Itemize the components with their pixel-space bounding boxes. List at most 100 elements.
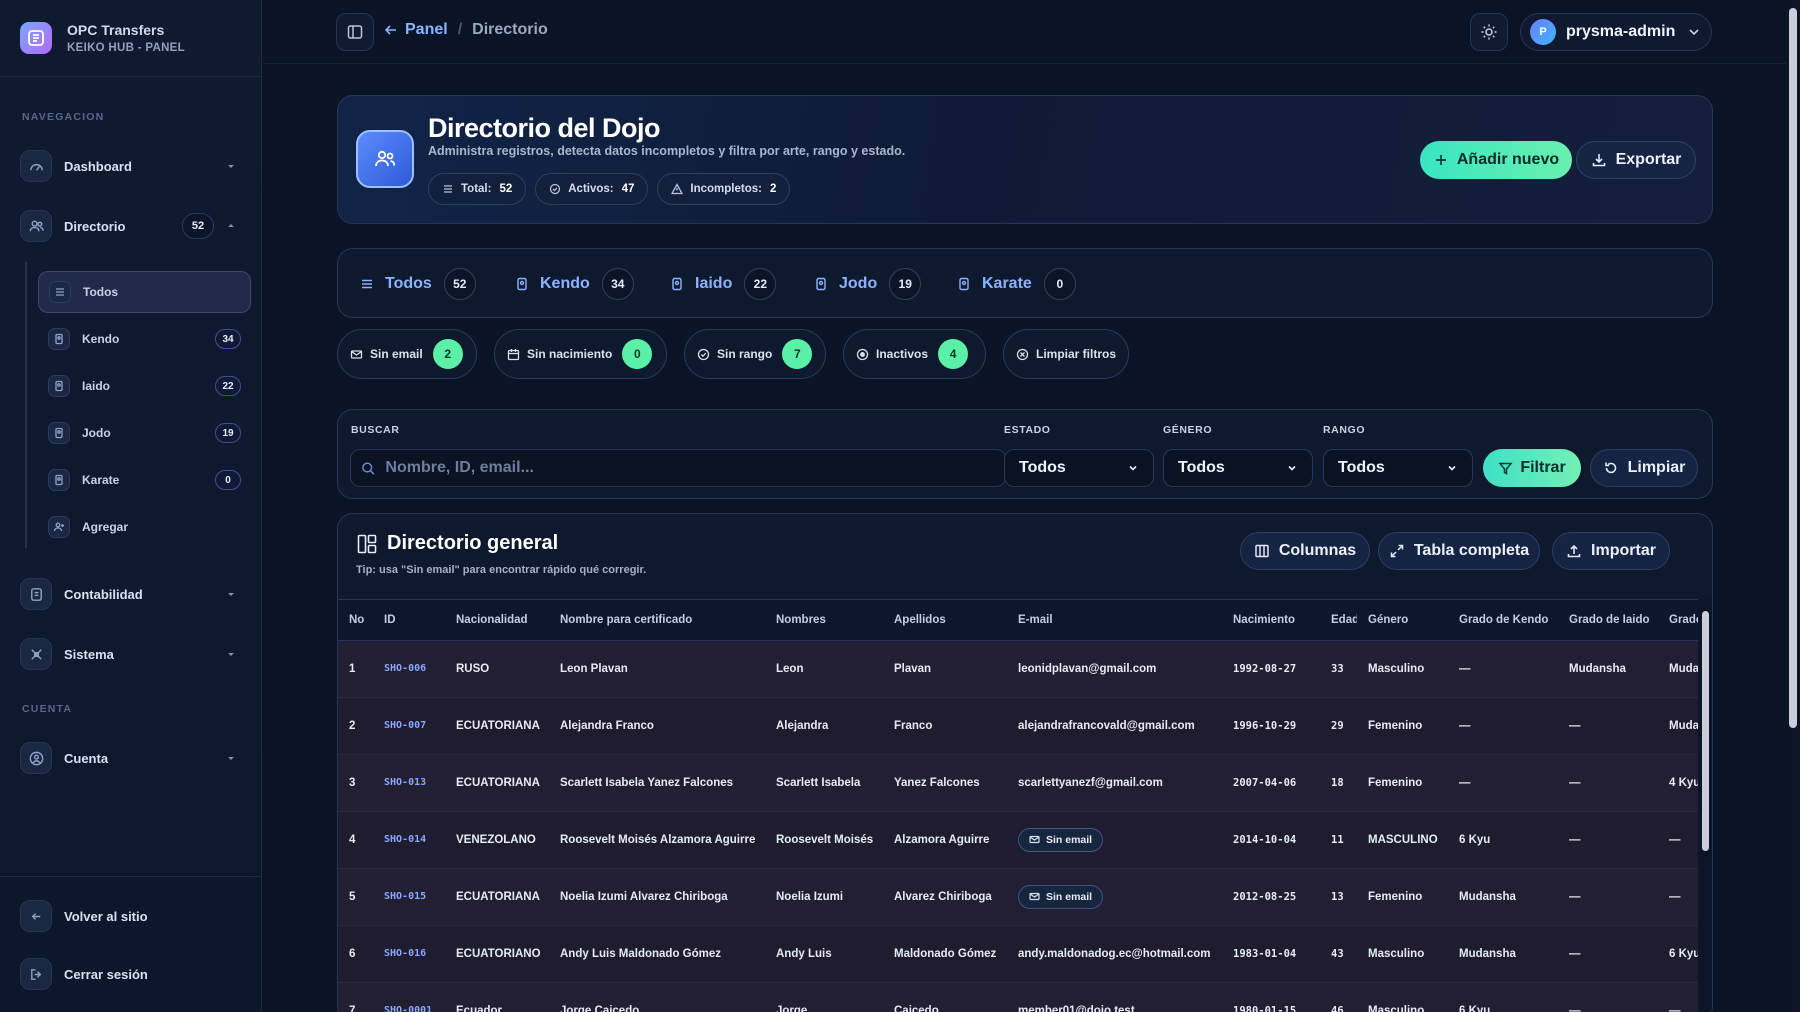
table-row[interactable]: 3 SHO-013 ECUATORIANA Scarlett Isabela Yane… <box>338 754 1698 812</box>
column-header[interactable]: Edad <box>1320 600 1357 641</box>
filter-sin-rango[interactable]: Sin rango 7 <box>684 329 826 379</box>
table-cell: — <box>1448 640 1558 698</box>
table-cell: 6 <box>338 925 373 983</box>
filter-sin-email[interactable]: Sin email 2 <box>337 329 477 379</box>
table-row[interactable]: 7 SHO-0001 Ecuador Jorge Caicedo Jorge Caiced… <box>338 982 1698 1012</box>
sidebar-item-contabilidad[interactable]: Contabilidad <box>20 576 242 612</box>
filter-inactivos[interactable]: Inactivos 4 <box>843 329 986 379</box>
estado-select[interactable]: Todos <box>1004 449 1154 487</box>
table-cell: Mudansha <box>1448 925 1558 983</box>
full-table-button[interactable]: Tabla completa <box>1378 532 1540 570</box>
table-title-text: Directorio general <box>387 532 559 554</box>
column-header[interactable]: Nacionalidad <box>445 600 549 641</box>
column-header[interactable]: No <box>338 600 373 641</box>
sidebar-subitem-agregar[interactable]: Agregar <box>38 506 251 548</box>
columns-label: Columnas <box>1278 542 1357 559</box>
sidebar-item-directorio[interactable]: Directorio 52 <box>20 208 242 244</box>
filter-button-label: Filtrar <box>1520 459 1566 476</box>
back-label: Volver al sitio <box>64 908 148 924</box>
sidebar-subitem-kendo[interactable]: Kendo 34 <box>38 318 251 360</box>
table-cell: Mudansha <box>1448 868 1558 926</box>
clear-filters-button[interactable]: Limpiar filtros <box>1003 329 1129 379</box>
table-header-row: No ID Nacionalidad Nombre para certifica… <box>338 600 1698 641</box>
export-button[interactable]: Exportar <box>1576 141 1696 179</box>
search-input[interactable] <box>385 459 995 477</box>
table-cell: — <box>1658 811 1698 869</box>
subitem-label: Karate <box>82 473 120 487</box>
table-cell: ECUATORIANA <box>445 697 549 755</box>
tab-todos[interactable]: Todos 52 <box>360 267 476 301</box>
table-cell: — <box>1558 811 1658 869</box>
no-email-label: Sin email <box>1046 833 1093 846</box>
no-email-badge: Sin email <box>1018 884 1104 909</box>
clear-button[interactable]: Limpiar <box>1590 449 1698 487</box>
table-cell: alejandrafrancovald@gmail.com <box>1007 697 1222 755</box>
table-row[interactable]: 2 SHO-007 ECUATORIANA Alejandra Franco Aleja… <box>338 697 1698 755</box>
column-header[interactable]: Género <box>1357 600 1448 641</box>
table-cell: 6 Kyu <box>1658 925 1698 983</box>
check-circle-icon <box>550 183 561 195</box>
column-header[interactable]: ID <box>373 600 445 641</box>
columns-button[interactable]: Columnas <box>1240 532 1370 570</box>
filter-sin-nacimiento[interactable]: Sin nacimiento 0 <box>494 329 667 379</box>
back-to-site-link[interactable]: Volver al sitio <box>20 898 242 934</box>
brand[interactable]: OPC Transfers KEIKO HUB - PANEL <box>0 0 261 77</box>
user-menu[interactable]: P prysma-admin <box>1520 13 1712 51</box>
sidebar-subitem-jodo[interactable]: Jodo 19 <box>38 412 251 454</box>
import-button[interactable]: Importar <box>1552 532 1670 570</box>
tab-kendo[interactable]: Kendo 34 <box>515 267 634 301</box>
table-row[interactable]: 1 SHO-006 RUSO Leon Plavan Leon Plavan leonidp… <box>338 640 1698 698</box>
table-cell: 18 <box>1320 754 1357 812</box>
tab-jodo[interactable]: Jodo 19 <box>814 267 922 301</box>
genero-label: GÉNERO <box>1163 424 1213 436</box>
table-row[interactable]: 5 SHO-015 ECUATORIANA Noelia Izumi Alvarez … <box>338 868 1698 926</box>
users-icon <box>356 130 414 188</box>
column-header[interactable]: Nombre para certificado <box>549 600 765 641</box>
table-cell: 1980-01-15 <box>1222 982 1320 1012</box>
table-cell: member01@dojo.test <box>1007 982 1222 1012</box>
column-header[interactable]: Grado de Kendo <box>1448 600 1558 641</box>
page-scrollbar[interactable] <box>1786 0 1800 1012</box>
scrollbar-thumb[interactable] <box>1789 8 1797 728</box>
table-body: 1 SHO-006 RUSO Leon Plavan Leon Plavan leonidp… <box>338 640 1698 1012</box>
search-field[interactable] <box>350 449 1006 487</box>
tab-label: Todos <box>385 275 432 292</box>
table-cell: — <box>1558 697 1658 755</box>
sidebar-subitem-karate[interactable]: Karate 0 <box>38 459 251 501</box>
arrow-left-icon[interactable] <box>383 22 399 38</box>
genero-value: Todos <box>1178 459 1225 476</box>
rango-select[interactable]: Todos <box>1323 449 1473 487</box>
logout-label: Cerrar sesión <box>64 966 148 982</box>
avatar: P <box>1530 19 1556 45</box>
sidebar-item-sistema[interactable]: Sistema <box>20 636 242 672</box>
toggle-sidebar-button[interactable] <box>336 13 374 51</box>
column-header[interactable]: Nombres <box>765 600 883 641</box>
table-scroll-area[interactable]: No ID Nacionalidad Nombre para certifica… <box>338 599 1698 1012</box>
table-scrollbar[interactable] <box>1698 599 1712 1012</box>
table-row[interactable]: 6 SHO-016 ECUATORIANO Andy Luis Maldonado G… <box>338 925 1698 983</box>
column-header[interactable]: Apellidos <box>883 600 1007 641</box>
sidebar-subitem-iaido[interactable]: Iaido 22 <box>38 365 251 407</box>
table-cell: 6 Kyu <box>1448 982 1558 1012</box>
add-new-button[interactable]: Añadir nuevo <box>1420 141 1572 179</box>
tab-iaido[interactable]: Iaido 22 <box>670 267 777 301</box>
table-cell: RUSO <box>445 640 549 698</box>
table-cell: 13 <box>1320 868 1357 926</box>
tab-karate[interactable]: Karate 0 <box>957 267 1076 301</box>
sidebar-item-cuenta[interactable]: Cuenta <box>20 740 242 776</box>
logout-link[interactable]: Cerrar sesión <box>20 956 242 992</box>
scrollbar-thumb[interactable] <box>1702 611 1709 851</box>
sidebar-item-dashboard[interactable]: Dashboard <box>20 148 242 184</box>
table-row[interactable]: 4 SHO-014 VENEZOLANO Roosevelt Moisés Alzam… <box>338 811 1698 869</box>
column-header[interactable]: Grado de Jodo <box>1658 600 1698 641</box>
filter-button[interactable]: Filtrar <box>1483 449 1581 487</box>
genero-select[interactable]: Todos <box>1163 449 1313 487</box>
theme-toggle-button[interactable] <box>1470 13 1508 51</box>
breadcrumb-parent[interactable]: Panel <box>405 21 448 39</box>
table-cell: Ecuador <box>445 982 549 1012</box>
sidebar-toggle-icon <box>346 23 364 41</box>
sidebar-subitem-todos[interactable]: Todos <box>38 271 251 313</box>
column-header[interactable]: Grado de Iaido <box>1558 600 1658 641</box>
column-header[interactable]: Nacimiento <box>1222 600 1320 641</box>
column-header[interactable]: E-mail <box>1007 600 1222 641</box>
